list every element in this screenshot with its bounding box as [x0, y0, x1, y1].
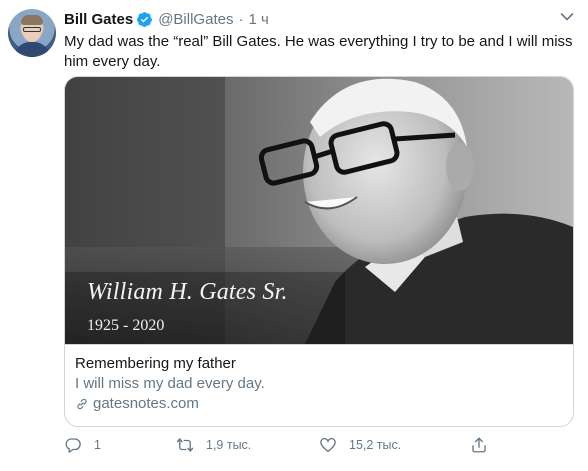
- author-name[interactable]: Bill Gates: [64, 11, 133, 28]
- image-title: William H. Gates Sr.: [87, 279, 288, 305]
- retweet-button[interactable]: 1,9 тыс.: [176, 434, 251, 456]
- card-image: William H. Gates Sr. 1925 - 2020: [65, 77, 573, 344]
- link-icon: [77, 398, 87, 410]
- caret-down-icon[interactable]: [560, 12, 574, 22]
- card-body: Remembering my father I will miss my dad…: [65, 344, 573, 426]
- card-link[interactable]: gatesnotes.com: [75, 394, 563, 414]
- share-button[interactable]: [470, 434, 488, 456]
- tweet-header: Bill Gates @BillGates · 1 ч: [64, 9, 269, 29]
- card-domain: gatesnotes.com: [93, 395, 199, 412]
- verified-badge-icon: [137, 11, 153, 27]
- tweet[interactable]: Bill Gates @BillGates · 1 ч My dad was t…: [0, 0, 588, 471]
- image-years: 1925 - 2020: [87, 317, 165, 334]
- tweet-timestamp[interactable]: 1 ч: [248, 11, 268, 28]
- like-icon: [320, 437, 336, 453]
- separator-dot: ·: [238, 10, 244, 28]
- reply-icon: [65, 438, 81, 453]
- share-icon: [472, 437, 486, 453]
- retweet-count: 1,9 тыс.: [206, 438, 252, 452]
- reply-count: 1: [94, 438, 101, 452]
- avatar-body: [14, 42, 50, 57]
- card-description: I will miss my dad every day.: [75, 375, 265, 392]
- like-count: 15,2 тыс.: [349, 438, 402, 452]
- tweet-actions: 1 1,9 тыс. 15,2 тыс.: [64, 434, 494, 456]
- avatar-glasses: [23, 27, 41, 32]
- like-button[interactable]: 15,2 тыс.: [319, 434, 401, 456]
- avatar-hair: [21, 15, 43, 25]
- retweet-icon: [176, 438, 194, 452]
- avatar[interactable]: [8, 9, 56, 57]
- reply-button[interactable]: 1: [64, 434, 101, 456]
- author-handle[interactable]: @BillGates: [158, 11, 233, 28]
- card-title: Remembering my father: [75, 355, 236, 372]
- link-card[interactable]: William H. Gates Sr. 1925 - 2020 Remembe…: [64, 76, 574, 427]
- tweet-text: My dad was the “real” Bill Gates. He was…: [64, 33, 573, 70]
